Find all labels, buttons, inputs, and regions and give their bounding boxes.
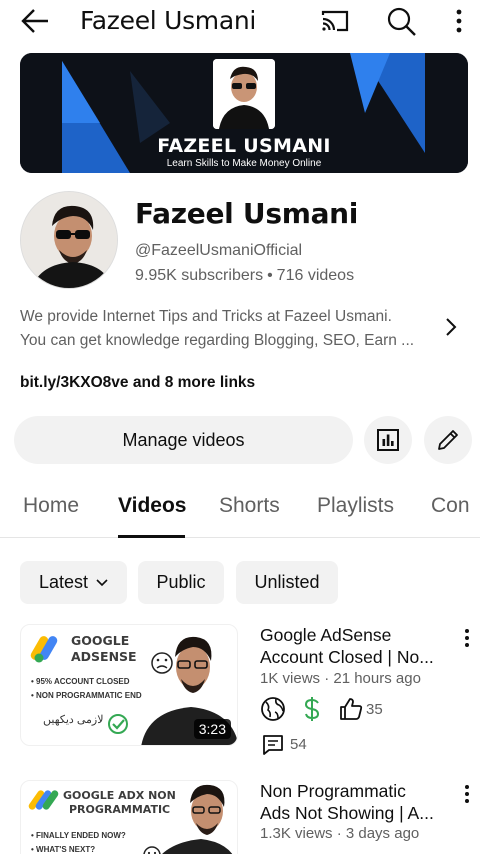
channel-stats: 9.95K subscribers • 716 videos: [135, 267, 354, 285]
video-meta: 1K views · 21 hours ago: [260, 670, 421, 687]
video-thumbnail[interactable]: GOOGLE ADSENSE • 95% ACCOUNT CLOSED • NO…: [20, 624, 238, 746]
tab-home[interactable]: Home: [23, 494, 79, 518]
comment-count: 54: [290, 736, 307, 753]
video-meta: 1.3K views · 3 days ago: [260, 825, 420, 842]
video-count: 716 videos: [276, 267, 355, 284]
title-line: Non Programmatic: [260, 781, 406, 801]
channel-avatar[interactable]: [20, 191, 118, 289]
channel-banner: FAZEEL USMANI Learn Skills to Make Money…: [20, 53, 468, 173]
filter-public-chip[interactable]: Public: [138, 561, 224, 604]
description-line: You can get knowledge regarding Blogging…: [20, 332, 415, 349]
thumb-text: ADSENSE: [71, 649, 137, 664]
cast-icon: [321, 10, 349, 32]
pencil-icon: [438, 430, 458, 450]
cast-button[interactable]: [318, 6, 352, 36]
active-tab-indicator: [118, 535, 185, 538]
thumb-text: GOOGLE: [71, 633, 130, 648]
description-line: We provide Internet Tips and Tricks at F…: [20, 308, 392, 325]
video-status-icons: 35: [260, 696, 460, 724]
channel-description[interactable]: We provide Internet Tips and Tricks at F…: [20, 305, 430, 353]
description-expand-button[interactable]: [440, 314, 462, 340]
thumb-text: • FINALLY ENDED NOW?: [31, 831, 126, 840]
like-icon: [340, 698, 363, 720]
thumb-text: GOOGLE ADX NON: [63, 789, 176, 802]
search-button[interactable]: [384, 5, 418, 37]
banner-portrait: [213, 59, 275, 129]
chevron-down-icon: [96, 578, 108, 586]
arrow-left-icon: [21, 9, 48, 33]
thumb-text: لازمی دیکھیں: [43, 714, 104, 726]
tab-videos[interactable]: Videos: [118, 494, 186, 518]
thumb-text: PROGRAMMATIC: [69, 803, 171, 816]
monetization-icon: [304, 697, 320, 721]
edit-channel-button[interactable]: [424, 416, 472, 464]
thumb-text: • 95% ACCOUNT CLOSED: [31, 677, 130, 686]
manage-videos-button[interactable]: Manage videos: [14, 416, 353, 464]
video-more-button[interactable]: [460, 627, 474, 649]
search-icon: [387, 7, 416, 36]
banner-tagline: Learn Skills to Make Money Online: [166, 158, 322, 169]
analytics-icon: [377, 429, 399, 451]
top-app-bar: Fazeel Usmani: [0, 0, 480, 44]
tab-playlists[interactable]: Playlists: [317, 494, 394, 518]
back-button[interactable]: [18, 6, 52, 36]
title-line: Account Closed | No...: [260, 647, 434, 667]
thumb-text: • WHAT'S NEXT?: [31, 845, 96, 854]
more-vert-icon: [456, 9, 462, 33]
chevron-right-icon: [446, 318, 457, 336]
filter-unlisted-chip[interactable]: Unlisted: [236, 561, 338, 604]
channel-name: Fazeel Usmani: [135, 197, 359, 230]
tab-shorts[interactable]: Shorts: [219, 494, 280, 518]
like-count: 35: [366, 701, 383, 718]
page-title: Fazeel Usmani: [80, 6, 257, 35]
video-more-button[interactable]: [460, 783, 474, 805]
stats-separator: •: [267, 267, 273, 284]
channel-tabs: Home Videos Shorts Playlists Con: [0, 480, 480, 538]
more-vert-icon: [465, 785, 469, 803]
thumb-text: • NON PROGRAMMATIC END: [31, 691, 142, 700]
chip-label: Latest: [38, 572, 89, 592]
video-thumbnail[interactable]: GOOGLE ADX NON PROGRAMMATIC • FINALLY EN…: [20, 780, 238, 854]
sort-latest-chip[interactable]: Latest: [20, 561, 127, 604]
video-title[interactable]: Non Programmatic Ads Not Showing | A...: [260, 780, 450, 824]
comment-icon: [263, 735, 283, 755]
more-vert-icon: [465, 629, 469, 647]
analytics-button[interactable]: [364, 416, 412, 464]
more-options-button[interactable]: [448, 6, 470, 36]
channel-handle: @FazeelUsmaniOfficial: [135, 242, 303, 259]
globe-icon: [261, 697, 285, 721]
channel-links[interactable]: bit.ly/3KXO8ve and 8 more links: [20, 374, 255, 392]
video-duration: 3:23: [193, 719, 231, 739]
video-title[interactable]: Google AdSense Account Closed | No...: [260, 624, 450, 668]
tab-community[interactable]: Con: [431, 494, 470, 518]
title-line: Ads Not Showing | A...: [260, 803, 434, 823]
title-line: Google AdSense: [260, 625, 392, 645]
subscriber-count: 9.95K subscribers: [135, 267, 264, 284]
banner-title: FAZEEL USMANI: [157, 135, 331, 157]
